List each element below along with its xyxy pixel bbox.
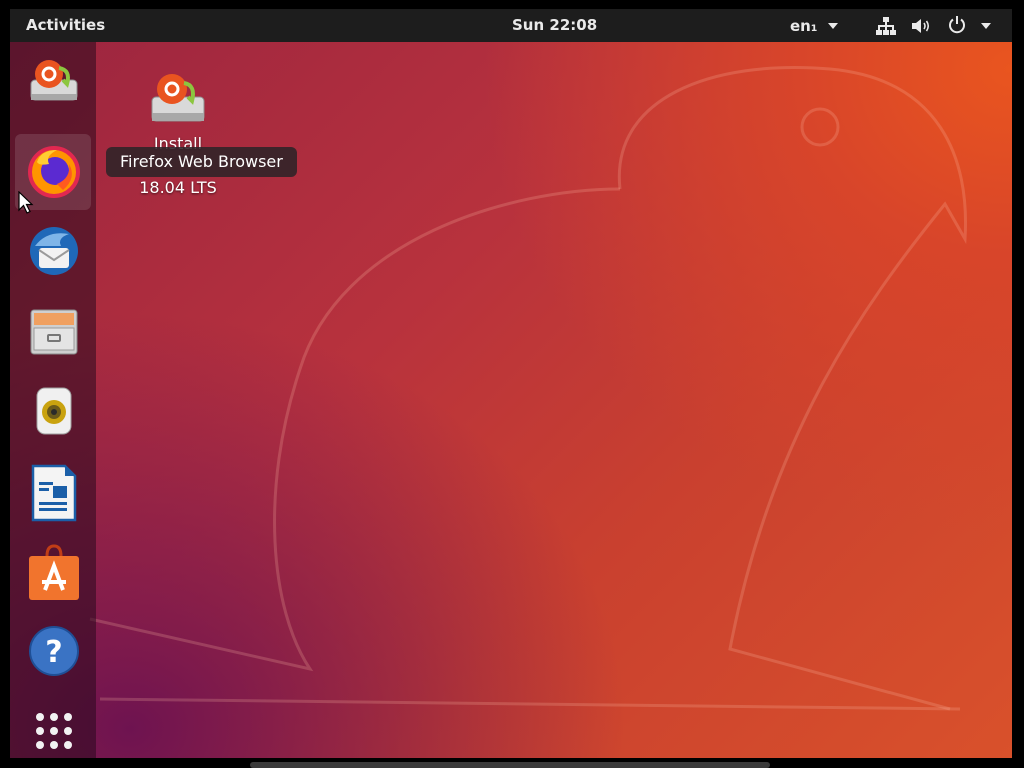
tooltip: Firefox Web Browser (106, 147, 297, 177)
document-icon (31, 464, 77, 522)
svg-text:?: ? (45, 635, 62, 670)
desktop-icon-label-line3: 18.04 LTS (139, 178, 217, 197)
power-icon[interactable] (947, 15, 967, 35)
language-indicator[interactable]: en₁ (790, 17, 817, 35)
clock-button[interactable]: Sun 22:08 (512, 16, 597, 34)
dock-item-thunderbird[interactable] (15, 214, 91, 290)
top-bar: Activities Sun 22:08 en₁ (10, 9, 1012, 42)
chevron-down-icon[interactable] (981, 23, 991, 29)
activities-button[interactable]: Activities (26, 16, 105, 34)
mouse-cursor-icon (18, 191, 34, 214)
network-icon[interactable] (876, 16, 896, 36)
dock-item-ubuntu-software[interactable] (15, 534, 91, 610)
show-applications-button[interactable] (15, 694, 91, 758)
dock-item-files[interactable] (15, 294, 91, 370)
volume-icon[interactable] (910, 16, 932, 36)
dock-item-writer[interactable] (15, 454, 91, 530)
firefox-icon (28, 146, 80, 198)
chevron-down-icon[interactable] (828, 23, 838, 29)
file-cabinet-icon (30, 309, 78, 355)
dock-item-help[interactable]: ? (15, 614, 91, 690)
desktop-icon-install[interactable]: Install 18.04 LTS (118, 69, 238, 199)
help-icon: ? (29, 626, 79, 676)
bottom-scrollbar (250, 762, 770, 768)
thunderbird-icon (30, 227, 78, 275)
shopping-bag-icon (29, 544, 79, 600)
app-grid-icon (36, 713, 72, 749)
install-disk-icon (30, 60, 78, 101)
desktop-screen: Activities Sun 22:08 en₁ ? Install 18.04… (10, 9, 1012, 758)
dock-item-rhythmbox[interactable] (15, 374, 91, 450)
install-disk-icon (151, 74, 205, 122)
dock: ? (10, 42, 96, 758)
dock-item-install[interactable] (15, 44, 91, 120)
speaker-icon (36, 387, 72, 435)
